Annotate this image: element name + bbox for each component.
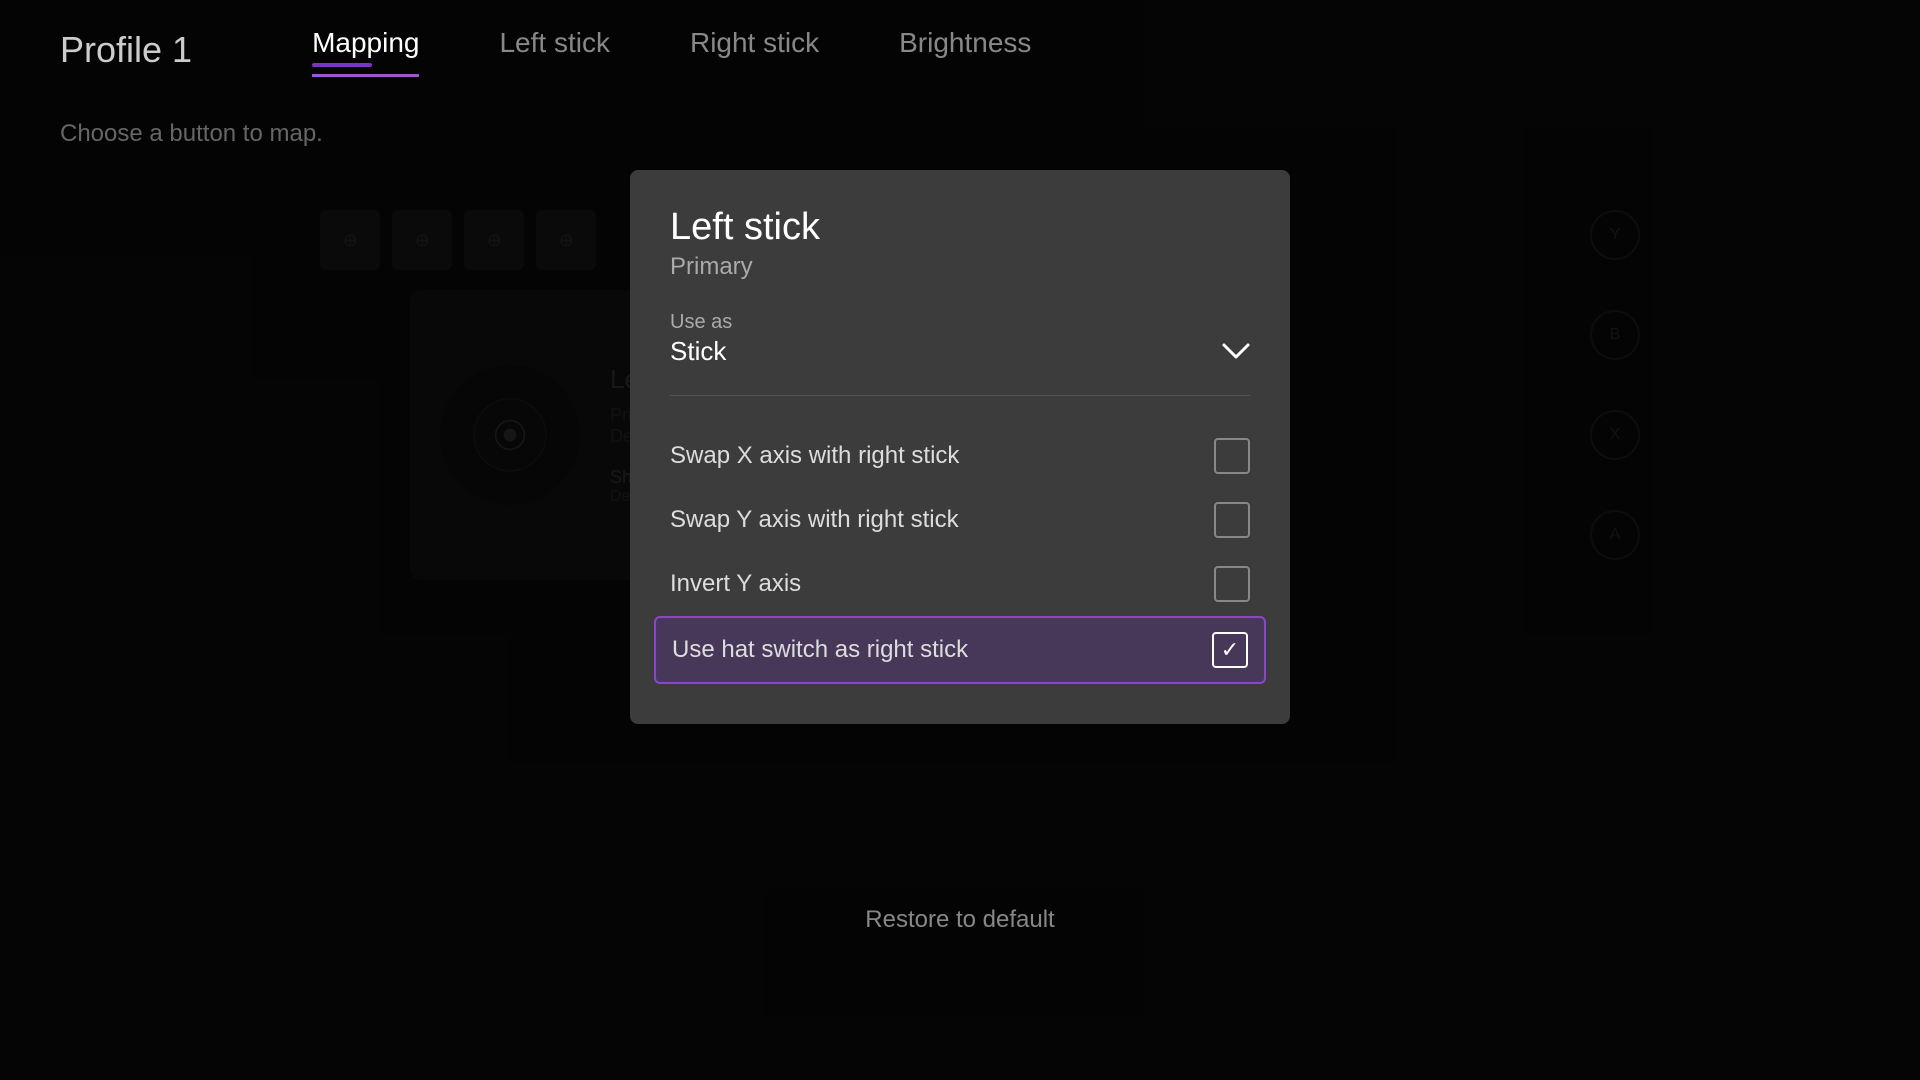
swap-x-label: Swap X axis with right stick — [670, 442, 959, 470]
page-subtitle: Choose a button to map. — [60, 120, 323, 148]
tab-right-stick[interactable]: Right stick — [690, 27, 819, 73]
swap-y-checkbox[interactable] — [1214, 502, 1250, 538]
hat-switch-label: Use hat switch as right stick — [672, 636, 968, 664]
restore-default-button[interactable]: Restore to default — [825, 890, 1094, 950]
invert-y-checkbox[interactable] — [1214, 566, 1250, 602]
use-as-label: Use as — [670, 311, 1250, 334]
modal-title: Left stick — [670, 206, 1250, 249]
tab-mapping[interactable]: Mapping — [312, 27, 419, 73]
swap-x-checkbox[interactable] — [1214, 438, 1250, 474]
chevron-down-icon — [1222, 343, 1250, 361]
checkbox-swap-x[interactable]: Swap X axis with right stick — [670, 424, 1250, 488]
top-navigation: Profile 1 Mapping Left stick Right stick… — [0, 0, 1920, 100]
hat-switch-checkbox[interactable]: ✓ — [1212, 632, 1248, 668]
swap-y-label: Swap Y axis with right stick — [670, 506, 959, 534]
use-as-section: Use as Stick — [670, 311, 1250, 367]
checkbox-invert-y[interactable]: Invert Y axis — [670, 552, 1250, 616]
checkbox-swap-y[interactable]: Swap Y axis with right stick — [670, 488, 1250, 552]
active-tab-indicator — [312, 63, 372, 67]
profile-title: Profile 1 — [60, 29, 192, 71]
restore-section: Restore to default — [825, 890, 1094, 950]
use-as-dropdown[interactable]: Stick — [670, 336, 1250, 367]
tab-brightness[interactable]: Brightness — [899, 27, 1031, 73]
nav-tabs: Mapping Left stick Right stick Brightnes… — [312, 27, 1031, 73]
divider-1 — [670, 395, 1250, 396]
left-stick-modal: Left stick Primary Use as Stick Swap X a… — [630, 170, 1290, 724]
checkmark-icon: ✓ — [1221, 639, 1239, 661]
invert-y-label: Invert Y axis — [670, 570, 801, 598]
use-as-value: Stick — [670, 336, 726, 367]
modal-subtitle: Primary — [670, 253, 1250, 281]
checkbox-hat-switch[interactable]: Use hat switch as right stick ✓ — [654, 616, 1266, 684]
tab-left-stick[interactable]: Left stick — [499, 27, 609, 73]
